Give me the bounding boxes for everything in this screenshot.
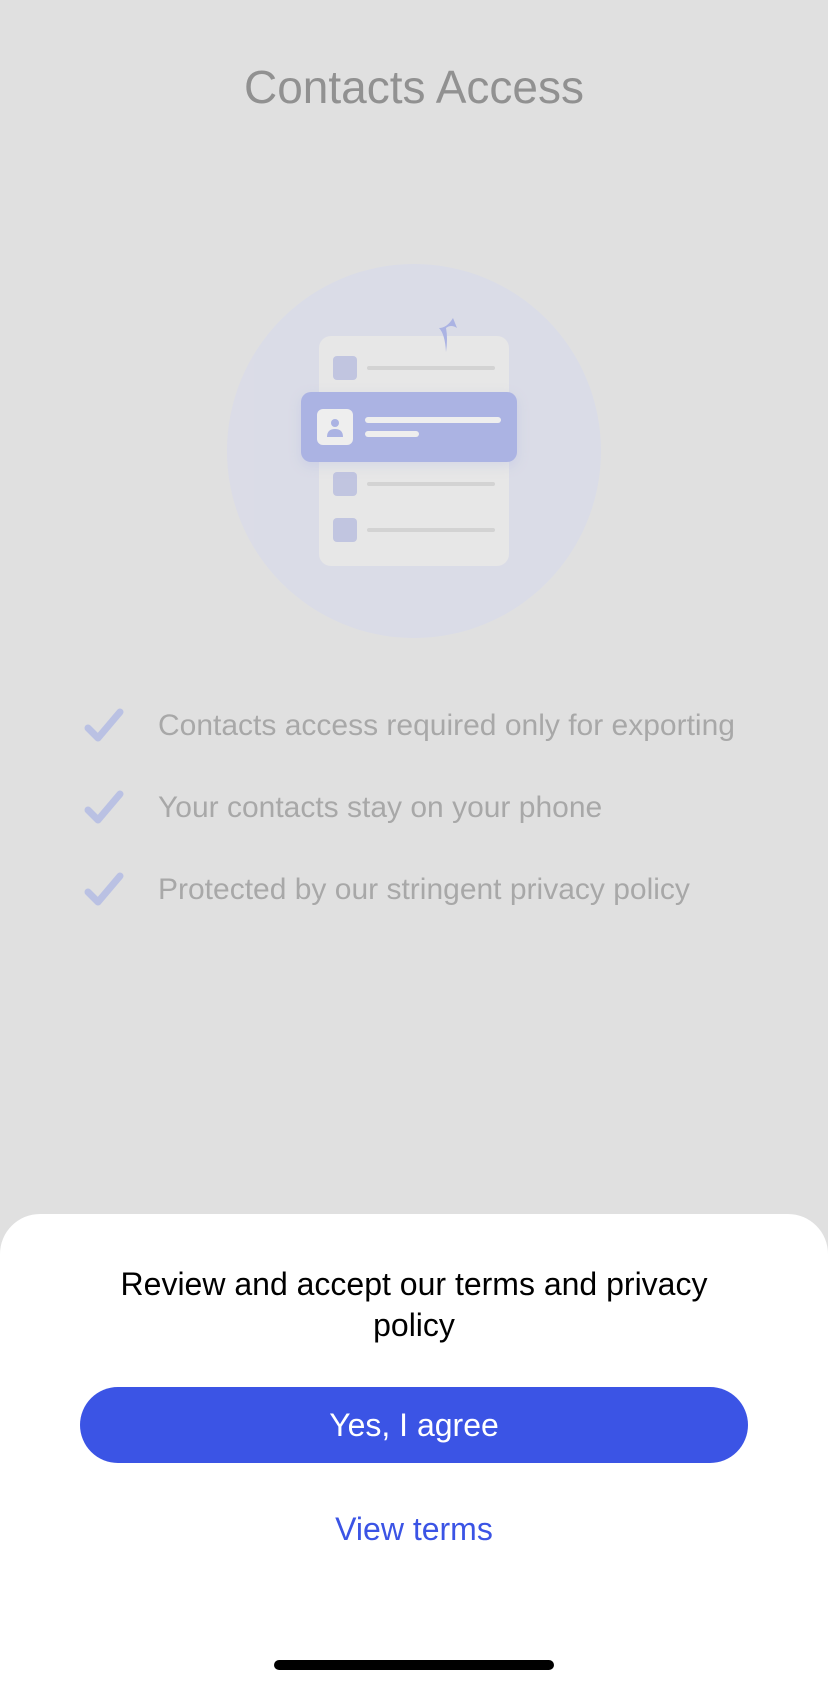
page-title: Contacts Access [244,60,584,114]
feature-text: Contacts access required only for export… [158,709,735,743]
text-line-graphic [367,528,495,532]
contact-row-graphic [333,518,495,542]
avatar-placeholder-icon [333,356,357,380]
feature-item: Protected by our stringent privacy polic… [80,866,748,914]
text-line-graphic [367,366,495,370]
text-line-graphic [367,482,495,486]
contact-details-lines [365,417,501,437]
avatar-placeholder-icon [333,472,357,496]
check-icon [80,866,128,914]
contact-row-graphic [333,472,495,496]
sheet-title: Review and accept our terms and privacy … [80,1264,748,1347]
text-line-graphic [365,417,501,423]
user-avatar-icon [317,409,353,445]
export-arrow-icon [431,314,461,354]
feature-text: Protected by our stringent privacy polic… [158,873,690,907]
contact-list-graphic [319,336,509,566]
features-list: Contacts access required only for export… [0,702,828,948]
terms-bottom-sheet: Review and accept our terms and privacy … [0,1214,828,1688]
avatar-placeholder-icon [333,518,357,542]
contacts-illustration [227,264,601,638]
check-icon [80,702,128,750]
text-line-graphic [365,431,419,437]
check-icon [80,784,128,832]
home-indicator[interactable] [274,1660,554,1670]
feature-item: Your contacts stay on your phone [80,784,748,832]
selected-contact-card [301,392,517,462]
contact-row-graphic [333,356,495,380]
view-terms-link[interactable]: View terms [335,1511,493,1548]
agree-button[interactable]: Yes, I agree [80,1387,748,1463]
feature-text: Your contacts stay on your phone [158,791,602,825]
feature-item: Contacts access required only for export… [80,702,748,750]
